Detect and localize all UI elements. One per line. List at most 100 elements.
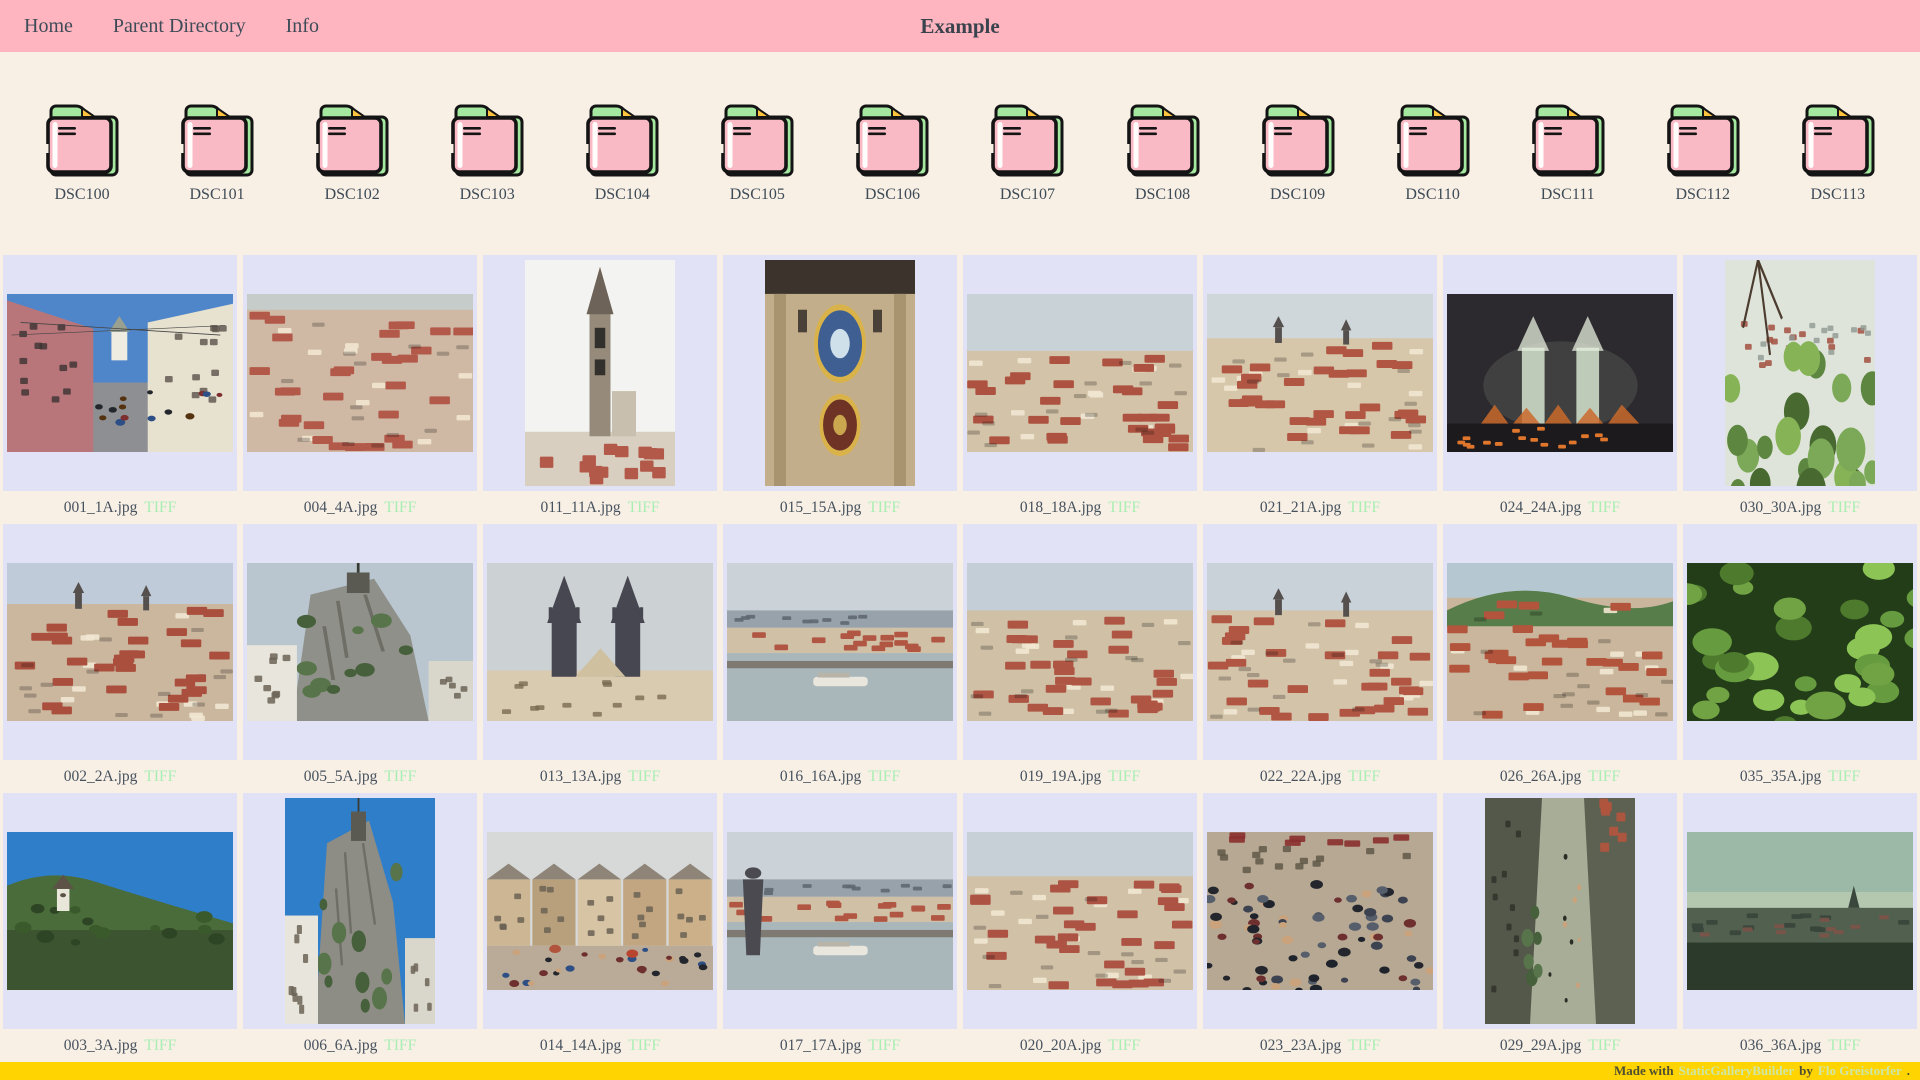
gallery-row-2: [0, 524, 1920, 760]
folder-DSC102[interactable]: DSC102: [302, 98, 402, 255]
thumb-002_2A[interactable]: [3, 524, 237, 760]
photo-tiff-link[interactable]: TIFF: [868, 768, 900, 785]
photo-filename: 017_17A.jpg: [779, 1036, 862, 1054]
footer-tool-link[interactable]: StaticGalleryBuilder: [1679, 1063, 1795, 1079]
photo-filename: 022_22A.jpg: [1259, 767, 1342, 785]
thumb-026_26A[interactable]: [1443, 524, 1677, 760]
folder-DSC101[interactable]: DSC101: [167, 98, 267, 255]
folder-DSC100[interactable]: DSC100: [32, 98, 132, 255]
folder-label: DSC103: [459, 186, 515, 203]
footer-by: by: [1799, 1063, 1813, 1078]
folder-DSC110[interactable]: DSC110: [1383, 98, 1483, 255]
folder-label: DSC101: [189, 186, 245, 203]
photo-tiff-link[interactable]: TIFF: [628, 768, 660, 785]
thumb-022_22A[interactable]: [1203, 524, 1437, 760]
thumb-021_21A[interactable]: [1203, 255, 1437, 491]
thumb-035_35A[interactable]: [1683, 524, 1917, 760]
thumb-011_11A[interactable]: [483, 255, 717, 491]
folder-DSC105[interactable]: DSC105: [707, 98, 807, 255]
thumb-017_17A[interactable]: [723, 793, 957, 1029]
photo-tiff-link[interactable]: TIFF: [1828, 499, 1860, 516]
thumb-020_20A[interactable]: [963, 793, 1197, 1029]
folder-DSC104[interactable]: DSC104: [572, 98, 672, 255]
folder-DSC109[interactable]: DSC109: [1248, 98, 1348, 255]
photo-tiff-link[interactable]: TIFF: [384, 499, 416, 516]
photo-label: 026_26A.jpg TIFF: [1443, 768, 1677, 786]
photo-label: 004_4A.jpg TIFF: [243, 499, 477, 517]
photo-placeholder: [486, 832, 714, 990]
photo-tiff-link[interactable]: TIFF: [144, 499, 176, 516]
footer-author-link[interactable]: Flo Greistorfer: [1818, 1063, 1902, 1079]
photo-label: 030_30A.jpg TIFF: [1683, 499, 1917, 517]
thumb-024_24A[interactable]: [1443, 255, 1677, 491]
folder-DSC106[interactable]: DSC106: [842, 98, 942, 255]
thumb-006_6A[interactable]: [243, 793, 477, 1029]
main-nav: Home Parent Directory Info: [24, 15, 319, 38]
photo-placeholder: [6, 294, 234, 452]
photo-tiff-link[interactable]: TIFF: [628, 499, 660, 516]
photo-tiff-link[interactable]: TIFF: [1108, 499, 1140, 516]
photo-tiff-link[interactable]: TIFF: [384, 768, 416, 785]
photo-tiff-link[interactable]: TIFF: [1348, 768, 1380, 785]
folder-icon: [1395, 104, 1470, 177]
gallery-label-row-2: 002_2A.jpg TIFF 005_5A.jpg TIFF 013_13A.jpg T…: [0, 760, 1920, 793]
folder-DSC112[interactable]: DSC112: [1653, 98, 1753, 255]
nav-link-home[interactable]: Home: [24, 15, 73, 38]
photo-tiff-link[interactable]: TIFF: [1588, 499, 1620, 516]
thumb-016_16A[interactable]: [723, 524, 957, 760]
photo-filename: 019_19A.jpg: [1019, 767, 1102, 785]
photo-tiff-link[interactable]: TIFF: [1108, 768, 1140, 785]
photo-filename: 024_24A.jpg: [1499, 498, 1582, 516]
folder-label: DSC112: [1675, 186, 1731, 203]
thumb-019_19A[interactable]: [963, 524, 1197, 760]
photo-tiff-link[interactable]: TIFF: [1828, 768, 1860, 785]
photo-tiff-link[interactable]: TIFF: [1348, 499, 1380, 516]
photo-placeholder: [726, 832, 954, 990]
thumb-018_18A[interactable]: [963, 255, 1197, 491]
folder-DSC103[interactable]: DSC103: [437, 98, 537, 255]
photo-tiff-link[interactable]: TIFF: [868, 1037, 900, 1054]
thumb-005_5A[interactable]: [243, 524, 477, 760]
folder-DSC107[interactable]: DSC107: [977, 98, 1077, 255]
photo-filename: 018_18A.jpg: [1019, 498, 1102, 516]
folder-DSC113[interactable]: DSC113: [1788, 98, 1888, 255]
photo-label: 014_14A.jpg TIFF: [483, 1037, 717, 1055]
photo-tiff-link[interactable]: TIFF: [1588, 1037, 1620, 1054]
photo-tiff-link[interactable]: TIFF: [144, 768, 176, 785]
photo-filename: 021_21A.jpg: [1259, 498, 1342, 516]
photo-tiff-link[interactable]: TIFF: [1348, 1037, 1380, 1054]
photo-tiff-link[interactable]: TIFF: [144, 1037, 176, 1054]
nav-link-parent-directory[interactable]: Parent Directory: [113, 15, 246, 38]
photo-tiff-link[interactable]: TIFF: [868, 499, 900, 516]
photo-filename: 020_20A.jpg: [1019, 1036, 1102, 1054]
photo-filename: 006_6A.jpg: [303, 1036, 378, 1054]
photo-label: 002_2A.jpg TIFF: [3, 768, 237, 786]
thumb-003_3A[interactable]: [3, 793, 237, 1029]
thumb-029_29A[interactable]: [1443, 793, 1677, 1029]
gallery-row-3: [0, 793, 1920, 1029]
photo-tiff-link[interactable]: TIFF: [628, 1037, 660, 1054]
thumb-013_13A[interactable]: [483, 524, 717, 760]
photo-placeholder: [1686, 832, 1914, 990]
thumb-015_15A[interactable]: [723, 255, 957, 491]
thumb-023_23A[interactable]: [1203, 793, 1437, 1029]
thumb-030_30A[interactable]: [1683, 255, 1917, 491]
photo-filename: 030_30A.jpg: [1739, 498, 1822, 516]
nav-link-info[interactable]: Info: [286, 15, 319, 38]
folder-icon: [719, 104, 794, 177]
thumb-036_36A[interactable]: [1683, 793, 1917, 1029]
folder-icon: [1665, 104, 1740, 177]
photo-tiff-link[interactable]: TIFF: [384, 1037, 416, 1054]
folder-DSC108[interactable]: DSC108: [1113, 98, 1213, 255]
photo-filename: 035_35A.jpg: [1739, 767, 1822, 785]
photo-filename: 002_2A.jpg: [63, 767, 138, 785]
photo-placeholder: [1686, 563, 1914, 721]
photo-placeholder: [966, 832, 1194, 990]
photo-tiff-link[interactable]: TIFF: [1588, 768, 1620, 785]
thumb-001_1A[interactable]: [3, 255, 237, 491]
thumb-004_4A[interactable]: [243, 255, 477, 491]
photo-tiff-link[interactable]: TIFF: [1108, 1037, 1140, 1054]
thumb-014_14A[interactable]: [483, 793, 717, 1029]
photo-tiff-link[interactable]: TIFF: [1828, 1037, 1860, 1054]
folder-DSC111[interactable]: DSC111: [1518, 98, 1618, 255]
